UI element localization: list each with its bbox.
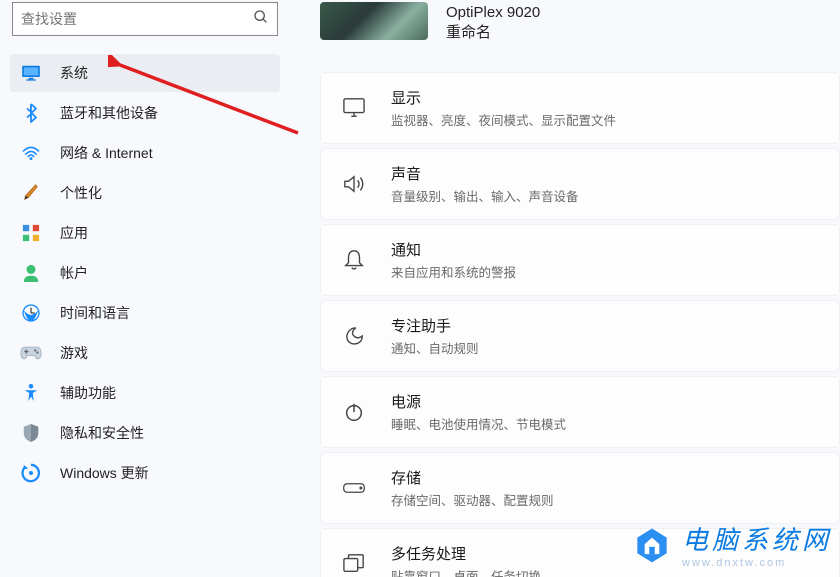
- device-header: OptiPlex 9020 重命名: [320, 0, 840, 42]
- sidebar-item-bluetooth[interactable]: 蓝牙和其他设备: [10, 94, 280, 132]
- sidebar-item-label: 帐户: [60, 263, 88, 283]
- sidebar-item-network[interactable]: 网络 & Internet: [10, 134, 280, 172]
- search-icon: [253, 9, 269, 30]
- update-icon: [20, 462, 42, 484]
- network-icon: [20, 142, 42, 164]
- card-title: 专注助手: [391, 315, 821, 336]
- settings-list: 显示监视器、亮度、夜间模式、显示配置文件声音音量级别、输出、输入、声音设备通知来…: [320, 72, 840, 577]
- card-desc: 存储空间、驱动器、配置规则: [391, 490, 821, 509]
- display-icon: [339, 93, 369, 123]
- sidebar-item-accessibility[interactable]: 辅助功能: [10, 374, 280, 412]
- focus-icon: [339, 321, 369, 351]
- settings-card-display[interactable]: 显示监视器、亮度、夜间模式、显示配置文件: [320, 72, 840, 144]
- time-icon: [20, 302, 42, 324]
- multitask-icon: [339, 549, 369, 577]
- accessibility-icon: [20, 382, 42, 404]
- sidebar-item-personalize[interactable]: 个性化: [10, 174, 280, 212]
- sidebar-item-label: 时间和语言: [60, 303, 130, 323]
- card-title: 通知: [391, 239, 821, 260]
- storage-icon: [339, 473, 369, 503]
- sidebar-item-gaming[interactable]: 游戏: [10, 334, 280, 372]
- device-wallpaper: [320, 2, 428, 40]
- sidebar-item-label: 辅助功能: [60, 383, 116, 403]
- card-desc: 来自应用和系统的警报: [391, 262, 821, 281]
- settings-card-focus[interactable]: 专注助手通知、自动规则: [320, 300, 840, 372]
- watermark-title: 电脑系统网: [682, 520, 832, 557]
- card-title: 电源: [391, 391, 821, 412]
- sidebar-item-label: 系统: [60, 63, 88, 83]
- main-panel: OptiPlex 9020 重命名 显示监视器、亮度、夜间模式、显示配置文件声音…: [290, 0, 840, 577]
- sidebar-item-account[interactable]: 帐户: [10, 254, 280, 292]
- card-desc: 睡眠、电池使用情况、节电模式: [391, 414, 821, 433]
- card-desc: 音量级别、输出、输入、声音设备: [391, 186, 821, 205]
- sidebar-item-label: 个性化: [60, 183, 102, 203]
- bluetooth-icon: [20, 102, 42, 124]
- sidebar-item-label: Windows 更新: [60, 463, 149, 483]
- search-box[interactable]: [12, 2, 278, 36]
- sidebar: 系统蓝牙和其他设备网络 & Internet 个性化应用帐户时间和语言游戏辅助功能…: [0, 0, 290, 577]
- sidebar-item-label: 隐私和安全性: [60, 423, 144, 443]
- card-title: 存储: [391, 467, 821, 488]
- gaming-icon: [20, 342, 42, 364]
- watermark: 电脑系统网 www.dnxtw.com: [630, 520, 832, 569]
- settings-card-power[interactable]: 电源睡眠、电池使用情况、节电模式: [320, 376, 840, 448]
- card-title: 声音: [391, 163, 821, 184]
- sound-icon: [339, 169, 369, 199]
- apps-icon: [20, 222, 42, 244]
- sidebar-item-update[interactable]: Windows 更新: [10, 454, 280, 492]
- sidebar-item-apps[interactable]: 应用: [10, 214, 280, 252]
- system-icon: [20, 62, 42, 84]
- card-title: 显示: [391, 87, 821, 108]
- account-icon: [20, 262, 42, 284]
- settings-card-sound[interactable]: 声音音量级别、输出、输入、声音设备: [320, 148, 840, 220]
- personalize-icon: [20, 182, 42, 204]
- privacy-icon: [20, 422, 42, 444]
- sidebar-item-label: 应用: [60, 223, 88, 243]
- sidebar-item-privacy[interactable]: 隐私和安全性: [10, 414, 280, 452]
- sidebar-item-system[interactable]: 系统: [10, 54, 280, 92]
- device-rename-link[interactable]: 重命名: [446, 21, 540, 42]
- sidebar-item-label: 蓝牙和其他设备: [60, 103, 158, 123]
- watermark-url: www.dnxtw.com: [682, 557, 786, 569]
- power-icon: [339, 397, 369, 427]
- search-input[interactable]: [21, 11, 253, 27]
- settings-card-notification[interactable]: 通知来自应用和系统的警报: [320, 224, 840, 296]
- sidebar-item-time[interactable]: 时间和语言: [10, 294, 280, 332]
- notification-icon: [339, 245, 369, 275]
- card-desc: 监视器、亮度、夜间模式、显示配置文件: [391, 110, 821, 129]
- device-name: OptiPlex 9020: [446, 4, 540, 21]
- settings-card-storage[interactable]: 存储存储空间、驱动器、配置规则: [320, 452, 840, 524]
- sidebar-item-label: 游戏: [60, 343, 88, 363]
- watermark-logo-icon: [630, 523, 674, 567]
- card-desc: 通知、自动规则: [391, 338, 821, 357]
- sidebar-item-label: 网络 & Internet: [60, 143, 153, 163]
